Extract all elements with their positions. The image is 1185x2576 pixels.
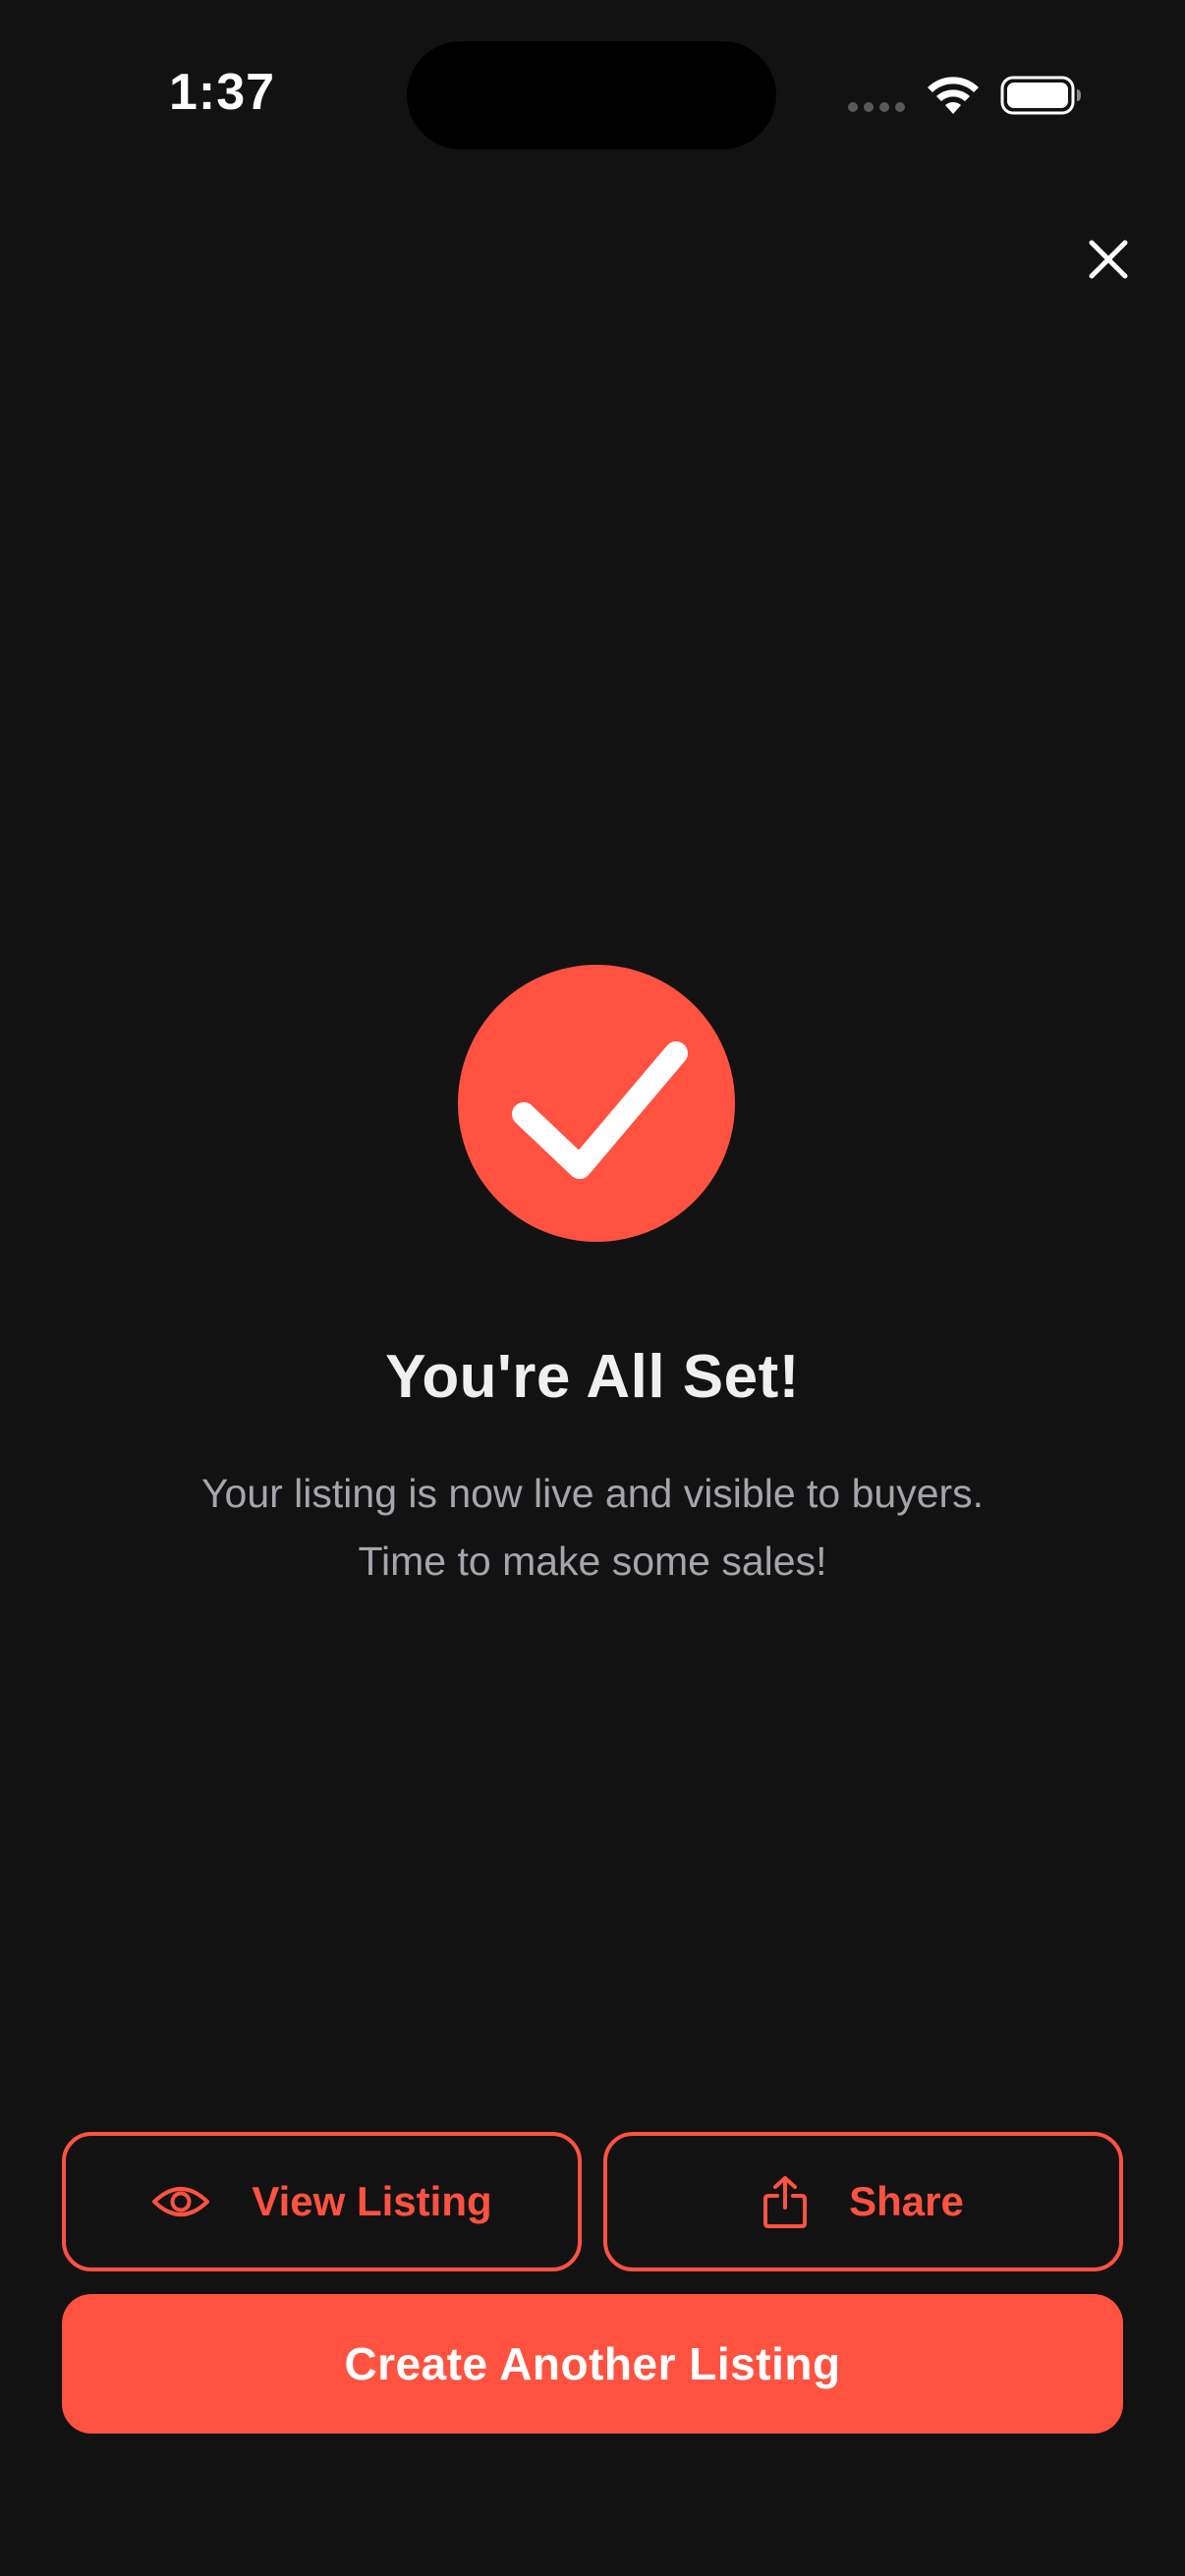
success-badge bbox=[458, 965, 735, 1242]
create-another-listing-label: Create Another Listing bbox=[344, 2338, 841, 2389]
signal-icon bbox=[848, 102, 905, 112]
success-message: Your listing is now live and visible to … bbox=[0, 1460, 1185, 1596]
status-time: 1:37 bbox=[169, 64, 276, 121]
close-button[interactable] bbox=[1079, 230, 1138, 289]
dynamic-island bbox=[407, 41, 776, 149]
success-title: You're All Set! bbox=[385, 1343, 800, 1411]
close-icon bbox=[1089, 240, 1128, 279]
eye-icon bbox=[152, 2187, 210, 2216]
status-bar: 1:37 bbox=[0, 0, 1185, 196]
share-button[interactable]: Share bbox=[603, 2132, 1123, 2271]
share-label: Share bbox=[849, 2178, 964, 2224]
view-listing-button[interactable]: View Listing bbox=[62, 2132, 582, 2271]
checkmark-icon bbox=[512, 1041, 688, 1179]
success-message-line-1: Your listing is now live and visible to … bbox=[200, 1471, 985, 1516]
wifi-icon bbox=[928, 77, 979, 114]
success-message-line-2: Time to make some sales! bbox=[358, 1539, 827, 1584]
battery-icon bbox=[1000, 76, 1081, 115]
share-icon bbox=[763, 2176, 808, 2228]
view-listing-label: View Listing bbox=[252, 2178, 492, 2224]
create-another-listing-button[interactable]: Create Another Listing bbox=[62, 2294, 1123, 2434]
